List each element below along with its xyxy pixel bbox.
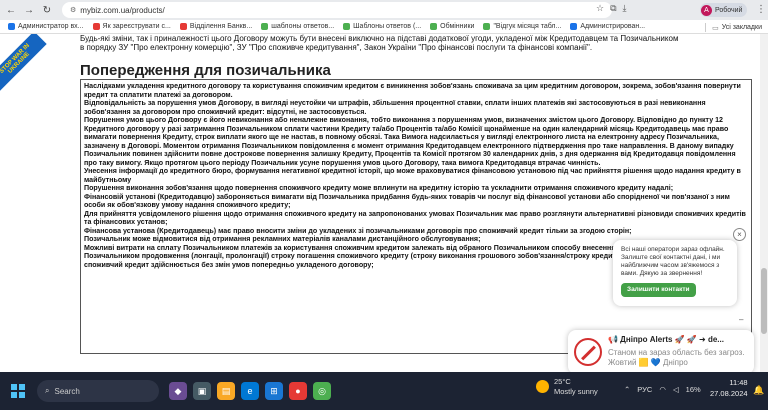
scrollbar-thumb[interactable] (761, 268, 767, 334)
bookmark-favicon-icon (483, 23, 491, 30)
bookmark-label: Відділення Банкв... (189, 23, 253, 30)
minimize-icon[interactable]: – (739, 315, 743, 324)
warning-paragraph: Порушення виконання зобов'язання щодо по… (84, 184, 674, 192)
windows-start-icon[interactable] (11, 384, 25, 398)
notification-body: Станом на зараз область без загроз. Жовт… (608, 348, 745, 367)
bookmark-label: Як зареєструвати с... (102, 23, 171, 30)
system-tray: ⌃ РУС ◠ ◁ 16% (624, 385, 701, 394)
task-view-icon[interactable]: ▣ (193, 382, 211, 400)
page-title: Попередження для позичальника (80, 62, 331, 79)
web-page: STOP WAR IN UKRAINE Будь-які зміни, так … (0, 34, 768, 372)
leave-contacts-button[interactable]: Залишити контакти (621, 283, 696, 297)
profile-name: Робочий (715, 6, 743, 14)
sun-icon (536, 380, 549, 393)
warning-paragraph: Унесення інформації до кредитного бюро, … (84, 167, 741, 184)
bookmark-favicon-icon (179, 23, 187, 30)
app-red-icon[interactable]: ● (289, 382, 307, 400)
bookmark-label: Администрирован... (580, 23, 646, 30)
app-icon[interactable]: ◆ (169, 382, 187, 400)
language-indicator[interactable]: РУС (637, 385, 652, 394)
bookmark-label: Обмінники (440, 23, 475, 30)
clock[interactable]: 11:48 27.08.2024 (710, 377, 748, 399)
taskbar-search[interactable]: ⌕ Search (37, 380, 159, 402)
warning-paragraph: Фінансовій установі (Кредитодавцю) забор… (84, 192, 730, 210)
bookmark-item[interactable]: Администратор вх... (8, 23, 84, 30)
bookmark-item[interactable]: Обмінники (430, 23, 474, 30)
download-icon[interactable]: ⤓ (623, 3, 627, 14)
forward-icon[interactable]: → (22, 3, 36, 17)
all-bookmarks-button[interactable]: ▭ Усі закладки (705, 23, 762, 32)
taskbar-apps: ◆ ▣ ▤ e ⊞ ● ◎ (169, 382, 331, 400)
star-icon[interactable]: ☆ (596, 3, 604, 14)
intro-text: Будь-які зміни, так і приналежності цьог… (80, 34, 679, 52)
notification-popup[interactable]: 📢 Дніпро Alerts 🚀 🚀 ➜ de... Станом на за… (568, 330, 754, 374)
bookmark-favicon-icon (570, 23, 578, 30)
bookmark-favicon-icon (343, 23, 351, 30)
bookmark-label: Шаблоны ответов (... (353, 23, 422, 30)
toolbar-icons: ☆ ⧉ ⤓ (596, 3, 627, 14)
edge-icon[interactable]: e (241, 382, 259, 400)
bookmark-item[interactable]: Администрирован... (570, 23, 645, 30)
address-bar[interactable]: ⚙ mybiz.com.ua/products/ (62, 2, 612, 18)
url-text: mybiz.com.ua/products/ (80, 5, 165, 15)
wifi-icon[interactable]: ◠ (659, 385, 666, 394)
extensions-icon[interactable]: ⧉ (610, 3, 616, 14)
bookmark-item[interactable]: Відділення Банкв... (179, 23, 253, 30)
tray-arrow-icon[interactable]: ⌃ (624, 385, 630, 394)
chat-widget: Всі наші оператори зараз офлайн. Залиште… (613, 240, 737, 306)
bookmark-item[interactable]: "Відгук місяця табл... (483, 23, 561, 30)
folder-icon: ▭ (712, 24, 719, 32)
bookmark-label: Администратор вх... (18, 23, 84, 30)
reload-icon[interactable]: ↻ (40, 3, 54, 17)
menu-icon[interactable]: ⋮ (756, 4, 766, 15)
notification-title: 📢 Дніпро Alerts 🚀 🚀 ➜ de... (608, 335, 724, 344)
warning-paragraph: Для прийняття усвідомленого рішення щодо… (84, 209, 746, 227)
browser-toolbar: ← → ↻ ⚙ mybiz.com.ua/products/ ☆ ⧉ ⤓ A Р… (0, 0, 768, 20)
chat-close-button[interactable]: × (733, 228, 746, 241)
bookmark-favicon-icon (430, 23, 438, 30)
bookmarks-bar: Администратор вх... Як зареєструвати с...… (0, 20, 768, 34)
bookmark-label: шаблоны ответов... (271, 23, 335, 30)
bookmark-item[interactable]: Як зареєструвати с... (92, 23, 171, 30)
warning-paragraph: Наслідками укладення кредитного договору… (84, 82, 741, 99)
bookmark-favicon-icon (92, 23, 100, 30)
volume-icon[interactable]: ◁ (673, 385, 679, 394)
battery-indicator[interactable]: 16% (686, 385, 701, 394)
warning-paragraph: Порушення умов цього Договору є його нев… (84, 116, 736, 167)
warning-box: Наслідками укладення кредитного договору… (80, 79, 752, 354)
back-icon[interactable]: ← (4, 3, 18, 17)
profile-button[interactable]: A Робочий (700, 3, 748, 17)
warning-paragraph: Фінансова установа (Кредитодавець) має п… (84, 226, 632, 235)
avatar: A (701, 4, 712, 16)
file-explorer-icon[interactable]: ▤ (217, 382, 235, 400)
search-icon: ⌕ (45, 386, 50, 395)
chrome-icon[interactable]: ◎ (313, 382, 331, 400)
bookmark-item[interactable]: Шаблоны ответов (... (343, 23, 421, 30)
warning-paragraph: Відповідальність за порушення умов Догов… (84, 99, 706, 116)
divider (705, 23, 707, 32)
bookmark-item[interactable]: шаблоны ответов... (261, 23, 334, 30)
weather-widget[interactable]: 25°C Mostly sunny (536, 377, 598, 397)
bookmark-favicon-icon (261, 23, 269, 30)
site-info-icon[interactable]: ⚙ (70, 6, 76, 14)
store-icon[interactable]: ⊞ (265, 382, 283, 400)
bookmark-label: "Відгук місяця табл... (493, 23, 562, 30)
stop-war-ribbon[interactable]: STOP WAR IN UKRAINE (0, 34, 47, 91)
chat-message: Всі наші оператори зараз офлайн. Залиште… (621, 246, 725, 277)
scrollbar[interactable] (760, 34, 768, 372)
bookmark-favicon-icon (8, 23, 15, 30)
no-alert-logo-icon (574, 338, 602, 366)
notification-bell-icon[interactable]: 🔔 (753, 385, 764, 396)
